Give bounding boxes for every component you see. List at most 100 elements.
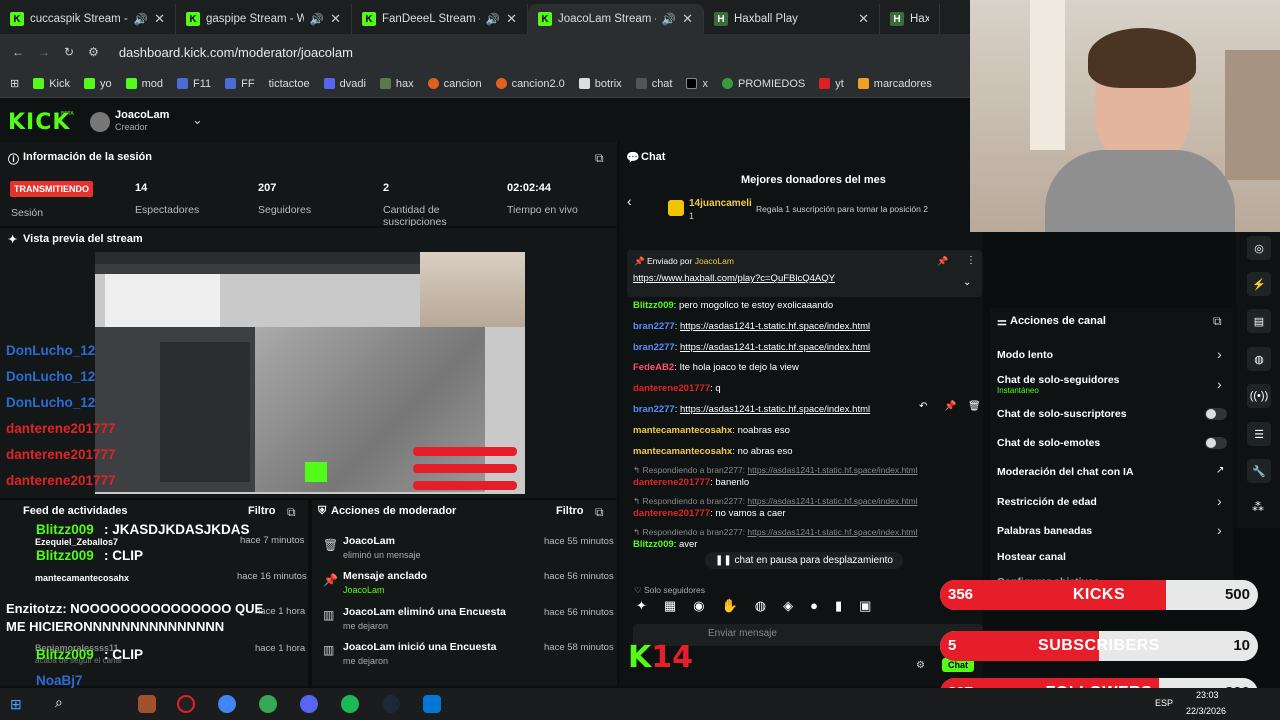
bookmark[interactable]: cancion2.0 — [495, 78, 565, 90]
bookmark[interactable]: FF — [225, 78, 255, 90]
popout-icon[interactable]: ⧉ — [595, 151, 604, 166]
avatar[interactable] — [90, 112, 110, 132]
popout-icon[interactable]: ⧉ — [287, 505, 296, 520]
lightning-icon[interactable]: ⚡ — [1247, 272, 1271, 296]
preview-icon: ✦ — [8, 234, 18, 246]
browser-tab[interactable]: Kgaspipe Stream - Watc 🔊 ✕ — [176, 4, 352, 34]
language-indicator[interactable]: ESP — [1155, 698, 1173, 708]
reply-icon[interactable]: ↶ — [919, 401, 927, 412]
emote-bar[interactable]: ✦ ▦ ◉ ✋ ◍ ◈ ● ▮ ▣ — [636, 598, 871, 614]
speaker-icon[interactable]: 🔊 — [134, 12, 148, 26]
popout-icon[interactable]: ⧉ — [595, 505, 604, 520]
bookmark[interactable]: yt — [819, 78, 844, 90]
bookmark[interactable]: dvadi — [323, 78, 366, 90]
bookmark[interactable]: hax — [379, 78, 414, 90]
speaker-icon[interactable]: 🔊 — [310, 12, 324, 26]
speaker-icon[interactable]: 🔊 — [662, 12, 676, 26]
overlay-chat-user: Blitzz009 — [36, 522, 94, 537]
chevron-down-icon[interactable]: ⌄ — [192, 112, 203, 128]
pin-icon[interactable]: 📌 — [937, 256, 948, 267]
pin-icon[interactable]: 📌 — [944, 401, 956, 412]
action-followers-only[interactable]: Chat de solo-seguidores — [997, 374, 1120, 386]
url-text[interactable]: dashboard.kick.com/moderator/joacolam — [119, 45, 353, 60]
action-banned-words[interactable]: Palabras baneadas — [997, 525, 1092, 537]
obs-icon[interactable] — [177, 695, 195, 713]
gear-icon[interactable]: ⚙ — [916, 660, 925, 671]
windows-start-icon[interactable]: ⊞ — [10, 696, 22, 713]
camera-icon[interactable]: ◎ — [1247, 236, 1271, 260]
discord-icon[interactable] — [300, 695, 318, 713]
action-emotes-only[interactable]: Chat de solo-emotes — [997, 437, 1100, 449]
clipboard-icon[interactable]: ▤ — [1247, 309, 1271, 333]
wrench-icon[interactable]: 🔧 — [1247, 459, 1271, 483]
forward-icon[interactable]: → — [38, 45, 50, 59]
bookmark[interactable]: chat — [635, 78, 672, 90]
clock-time[interactable]: 23:03 — [1196, 690, 1219, 700]
bookmark[interactable]: marcadores — [857, 78, 932, 90]
action-subs-only[interactable]: Chat de solo-suscriptores — [997, 408, 1127, 420]
chevron-down-icon[interactable]: ⌄ — [963, 277, 971, 288]
speaker-icon[interactable]: 🔊 — [486, 12, 500, 26]
action-host-channel[interactable]: Hostear canal — [997, 551, 1066, 563]
emotes-only-toggle[interactable] — [1205, 437, 1227, 449]
bookmark[interactable]: cancion — [427, 78, 482, 90]
mod-action: Mensaje anclado JoacoLam — [343, 570, 428, 595]
broadcast-icon[interactable]: ((•)) — [1247, 384, 1271, 408]
bookmark[interactable]: yo — [84, 78, 112, 90]
bookmark[interactable]: tictactoe — [269, 78, 310, 90]
bookmark[interactable]: PROMIEDOS — [721, 78, 805, 90]
chrome-icon[interactable] — [218, 695, 236, 713]
browser-tab[interactable]: H Haxb — [880, 4, 940, 34]
mod-filter-button[interactable]: Filtro — [556, 505, 584, 517]
pinned-link[interactable]: https://www.haxball.com/play?c=QuFBlcQ4A… — [633, 273, 835, 284]
layout-icon[interactable]: ☰ — [1247, 422, 1271, 446]
chevron-left-icon[interactable]: ‹ — [627, 193, 632, 209]
action-ai-moderation[interactable]: Moderación del chat con IA — [997, 466, 1134, 478]
bookmark[interactable]: mod — [125, 78, 163, 90]
subs-only-toggle[interactable] — [1205, 408, 1227, 420]
more-icon[interactable]: ⋮ — [966, 255, 976, 266]
site-info-icon[interactable]: ⚙ — [88, 45, 99, 59]
popout-icon[interactable]: ⧉ — [1213, 314, 1222, 329]
external-link-icon[interactable]: ↗ — [1216, 465, 1224, 476]
chat-bubble-icon[interactable]: ◍ — [1247, 347, 1271, 371]
feed-title: Feed de actividades — [23, 505, 128, 517]
close-icon[interactable]: ✕ — [330, 11, 341, 27]
close-icon[interactable]: ✕ — [682, 11, 693, 27]
chat-paused-banner[interactable]: ❚❚ chat en pausa para desplazamiento — [705, 552, 903, 569]
trash-icon[interactable]: 🗑 — [968, 401, 981, 412]
bookmark[interactable]: Kick — [33, 78, 70, 90]
action-age-restriction[interactable]: Restricción de edad — [997, 496, 1097, 508]
chevron-right-icon[interactable]: › — [1217, 346, 1222, 362]
chevron-right-icon[interactable]: › — [1217, 376, 1222, 392]
search-icon[interactable]: ⌕ — [55, 694, 63, 711]
chevron-right-icon[interactable]: › — [1217, 493, 1222, 509]
reload-icon[interactable]: ↻ — [64, 45, 74, 59]
back-icon[interactable]: ← — [12, 45, 24, 59]
preview-title: Vista previa del stream — [23, 233, 143, 245]
spotify-icon[interactable] — [341, 695, 359, 713]
app-icon[interactable] — [423, 695, 441, 713]
chevron-right-icon[interactable]: › — [1217, 522, 1222, 538]
clock-date[interactable]: 22/3/2026 — [1186, 706, 1226, 716]
steam-icon[interactable] — [382, 695, 400, 713]
chrome-icon[interactable] — [259, 695, 277, 713]
tab-label: Haxball Play — [734, 13, 798, 25]
app-icon[interactable] — [138, 695, 156, 713]
share-icon[interactable]: ⁂ — [1252, 500, 1264, 514]
bookmark[interactable]: x — [686, 78, 708, 90]
stream-preview-video[interactable] — [95, 252, 525, 494]
browser-tab[interactable]: H Haxball Play ✕ — [704, 4, 880, 34]
mod-action: JoacoLam eliminó una Encuesta me dejaron — [343, 606, 506, 631]
close-icon[interactable]: ✕ — [858, 11, 869, 27]
close-icon[interactable]: ✕ — [154, 11, 165, 27]
browser-tab[interactable]: K FanDeeeL Stream - Kic 🔊 ✕ — [352, 4, 528, 34]
close-icon[interactable]: ✕ — [506, 11, 517, 27]
bookmark[interactable]: botrix — [578, 78, 622, 90]
browser-tab-active[interactable]: K JoacoLam Stream - Kic 🔊 ✕ — [528, 4, 704, 34]
action-slow-mode[interactable]: Modo lento — [997, 349, 1053, 361]
browser-tab[interactable]: Kcuccaspik Stream - Kic 🔊 ✕ — [0, 4, 176, 34]
feed-filter-button[interactable]: Filtro — [248, 505, 276, 517]
apps-icon[interactable]: ⊞ — [10, 77, 19, 90]
bookmark[interactable]: F11 — [177, 78, 211, 90]
